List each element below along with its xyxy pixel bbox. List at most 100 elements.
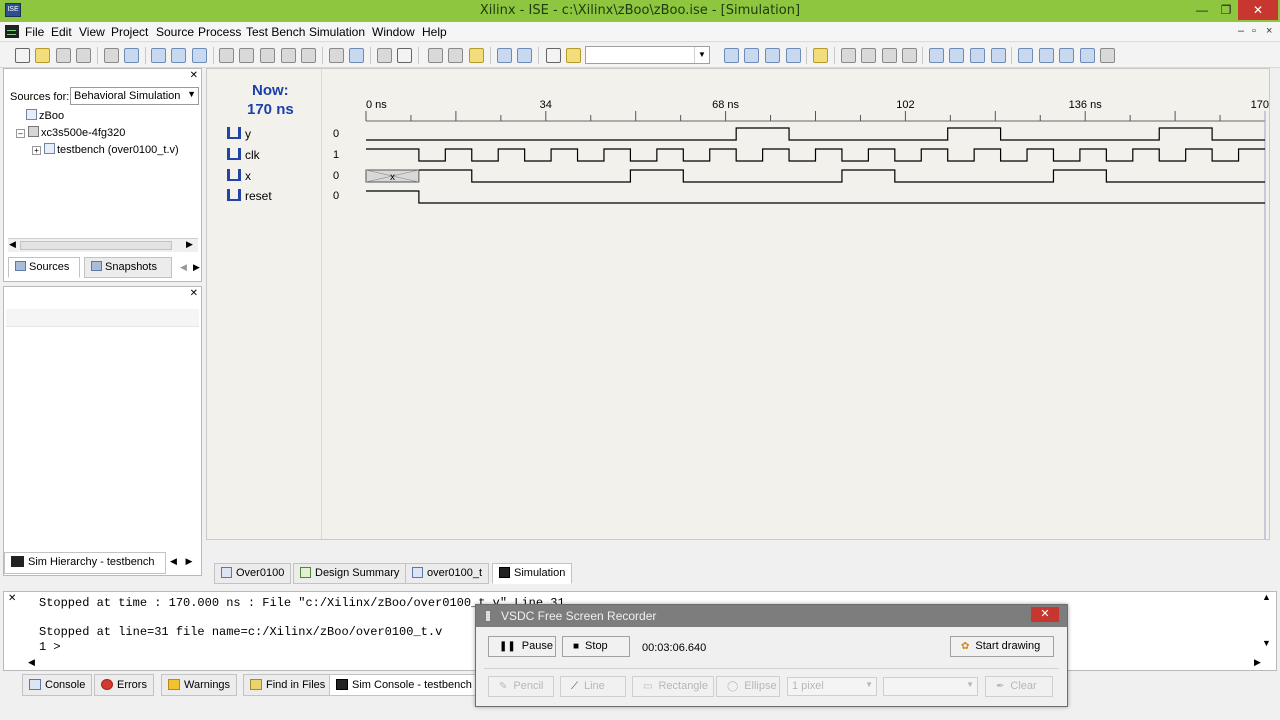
stop-button[interactable]: ■ Stop [562,636,630,657]
color-select[interactable]: ▼ [883,677,978,696]
jump-forward-icon[interactable] [902,48,917,63]
scroll-down-icon[interactable]: ▼ [1262,638,1274,648]
tab-scroll-right-icon[interactable]: ▶ [185,556,192,566]
tab-find-in-files[interactable]: Find in Files [243,674,333,696]
marker-icon[interactable] [841,48,856,63]
gear-clean-icon[interactable] [301,48,316,63]
check-icon[interactable] [192,48,207,63]
pause-icon[interactable] [1039,48,1054,63]
menu-process[interactable]: Process [198,25,241,39]
tile-vertical-icon[interactable] [765,48,780,63]
screen-recorder-window[interactable]: VSDC Free Screen Recorder ✕ ❚❚ Pause ■ Sto… [475,604,1068,707]
signal-row-clk[interactable]: clk [227,147,260,163]
tab-scroll-left-icon[interactable]: ◀ [170,556,177,566]
close-icon[interactable]: ✕ [8,593,16,604]
start-drawing-button[interactable]: ✿ Start drawing [950,636,1054,657]
copy-icon[interactable] [448,48,463,63]
tab-warnings[interactable]: Warnings [161,674,238,696]
mdi-close-icon[interactable]: × [1266,25,1272,37]
scroll-up-icon[interactable]: ▲ [1262,592,1274,602]
schematic-icon[interactable] [349,48,364,63]
menu-source[interactable]: Source [156,25,194,39]
scroll-left-icon[interactable]: ◀ [28,657,35,668]
line-width-select[interactable]: 1 pixel ▼ [787,677,877,696]
tab-design-summary[interactable]: Design Summary [293,563,407,584]
gear-rerun-icon[interactable] [260,48,275,63]
tree-item-project[interactable]: zBoo [26,108,64,124]
zoom-full-icon[interactable] [991,48,1006,63]
scroll-right-icon[interactable]: ▶ [186,239,193,250]
tile-horizontal-icon[interactable] [744,48,759,63]
chevron-down-icon[interactable]: ▼ [694,47,709,63]
new-file-icon[interactable] [15,48,30,63]
gear-icon[interactable] [219,48,234,63]
print-icon[interactable] [104,48,119,63]
close-icon[interactable]: ✕ [190,70,198,81]
zoom-in-icon[interactable] [929,48,944,63]
gear-stop-icon[interactable] [281,48,296,63]
scroll-right-icon[interactable]: ▶ [1254,657,1261,668]
restart-icon[interactable] [1018,48,1033,63]
recorder-title[interactable]: VSDC Free Screen Recorder [476,605,1067,627]
chevron-down-icon[interactable]: ▼ [966,680,974,689]
save-all-icon[interactable] [76,48,91,63]
tab-scroll-right-icon[interactable]: ▶ [193,262,200,273]
menu-simulation[interactable]: Simulation [309,25,365,39]
horizontal-scrollbar[interactable]: ◀ ▶ [8,238,198,252]
pencil-button[interactable]: ✎ Pencil [488,676,554,697]
ise-document-icon[interactable] [5,25,19,38]
tree-item-testbench[interactable]: + testbench (over0100_t.v) [32,142,179,158]
clear-button[interactable]: ✒ Clear [985,676,1053,697]
menu-edit[interactable]: Edit [51,25,72,39]
pen-icon[interactable] [377,48,392,63]
gear-run-icon[interactable] [239,48,254,63]
tab-over0100-t[interactable]: over0100_t [405,563,490,584]
tab-over0100[interactable]: Over0100 [214,563,292,584]
run-for-icon[interactable] [1100,48,1115,63]
menu-window[interactable]: Window [372,25,415,39]
chevron-down-icon[interactable]: ▼ [865,680,873,689]
menu-project[interactable]: Project [111,25,148,39]
restore-icon[interactable]: ❐ [1212,0,1240,20]
zoom-fit-icon[interactable] [970,48,985,63]
console-prompt[interactable]: 1 > [39,640,61,654]
tab-errors[interactable]: Errors [94,674,154,696]
maximize-panel-icon[interactable] [786,48,801,63]
tree-item-device[interactable]: – xc3s500e-4fg320 [16,125,125,141]
vertical-scrollbar[interactable]: ▲ ▼ [1262,592,1274,658]
pause-button[interactable]: ❚❚ Pause [488,636,556,657]
mdi-minimize-icon[interactable]: – [1238,25,1244,37]
cursor-place-icon[interactable] [861,48,876,63]
close-icon[interactable]: ✕ [1238,0,1278,20]
tab-sim-console[interactable]: Sim Console - testbench [329,674,479,696]
cut-icon[interactable] [428,48,443,63]
jump-back-icon[interactable] [882,48,897,63]
save-icon[interactable] [56,48,71,63]
cascade-windows-icon[interactable] [724,48,739,63]
properties-icon[interactable] [151,48,166,63]
zoom-out-icon[interactable] [949,48,964,63]
step-icon[interactable] [1059,48,1074,63]
tab-sim-hierarchy[interactable]: Sim Hierarchy - testbench [4,552,166,574]
signal-row-reset[interactable]: reset [227,188,272,204]
line-button[interactable]: ⟋ Line [560,676,626,697]
name-column-divider[interactable] [321,69,322,539]
scroll-left-icon[interactable]: ◀ [9,239,16,250]
sources-for-select[interactable]: Behavioral Simulation ▼ [70,87,199,105]
waveform-canvas[interactable]: 0 ns 34 68 ns 102 136 ns 170 x [357,69,1269,539]
paste-icon[interactable] [469,48,484,63]
chevron-down-icon[interactable]: ▼ [187,89,196,99]
redo-icon[interactable] [517,48,532,63]
open-folder-icon[interactable] [35,48,50,63]
edit-icon[interactable] [171,48,186,63]
waveform-viewer[interactable]: Now: 170 ns y 0 clk 1 x 0 reset 0 0 ns 34… [206,68,1270,540]
close-icon[interactable]: ✕ [1031,607,1059,622]
signal-row-x[interactable]: x [227,168,251,184]
find-icon[interactable] [546,48,561,63]
rectangle-button[interactable]: ▭ Rectangle [632,676,714,697]
tab-simulation[interactable]: Simulation [492,563,573,584]
menu-view[interactable]: View [79,25,105,39]
expand-icon[interactable]: + [32,146,41,155]
tab-snapshots[interactable]: Snapshots [84,257,172,278]
toolbar-combo[interactable]: ▼ [585,46,710,64]
